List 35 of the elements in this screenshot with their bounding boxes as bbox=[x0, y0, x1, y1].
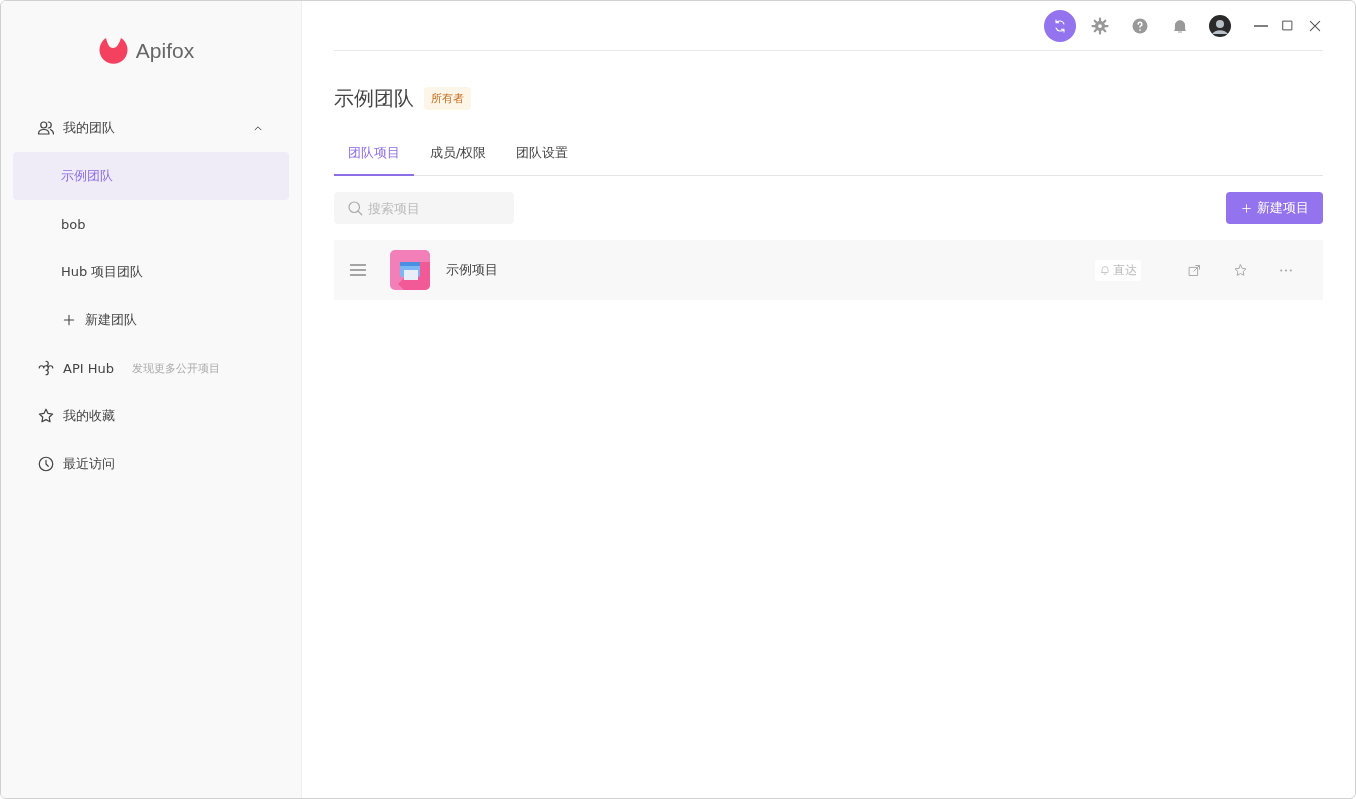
bell-icon bbox=[1099, 264, 1111, 276]
search-field[interactable]: 搜索项目 bbox=[334, 192, 514, 224]
star-icon bbox=[1232, 262, 1248, 278]
settings-icon bbox=[1091, 16, 1109, 35]
team-title: 示例团队 bbox=[334, 85, 414, 112]
project-name[interactable]: 示例项目 bbox=[446, 261, 1095, 279]
plus-icon bbox=[1240, 201, 1253, 215]
new-project-button[interactable]: 新建项目 bbox=[1226, 192, 1323, 224]
new-team-button[interactable]: 新建团队 bbox=[13, 296, 289, 344]
open-external-icon bbox=[1186, 262, 1202, 278]
maximize-icon bbox=[1280, 18, 1295, 33]
logo-text: Apifox bbox=[135, 39, 195, 63]
help-icon bbox=[1131, 16, 1149, 35]
hint-text: 发现更多公开项目 bbox=[131, 360, 220, 376]
tab[interactable]: 成员/权限 bbox=[416, 132, 501, 176]
more-icon[interactable] bbox=[1280, 268, 1292, 272]
avatar-icon[interactable] bbox=[1209, 14, 1231, 37]
star-icon bbox=[37, 407, 55, 425]
tab[interactable]: 团队项目 bbox=[334, 132, 414, 176]
minimize-icon[interactable] bbox=[1254, 24, 1268, 27]
sidebar-link[interactable]: 我的收藏 bbox=[13, 392, 289, 440]
sidebar-link[interactable]: 最近访问 bbox=[13, 440, 289, 488]
people-icon bbox=[37, 119, 55, 137]
team-group-header[interactable]: 我的团队 bbox=[13, 104, 289, 152]
clock-icon bbox=[37, 455, 55, 473]
sync-button[interactable] bbox=[1044, 9, 1076, 42]
team-item[interactable]: Hub 项目团队 bbox=[13, 248, 289, 296]
role-badge: 所有者 bbox=[424, 87, 471, 110]
project-icon bbox=[390, 250, 430, 290]
project-row[interactable]: 示例项目 直达 bbox=[334, 240, 1323, 300]
sync-icon bbox=[1052, 17, 1068, 34]
tab[interactable]: 团队设置 bbox=[502, 132, 583, 176]
plus-icon bbox=[61, 312, 77, 328]
team-item[interactable]: bob bbox=[13, 200, 289, 248]
sidebar-link[interactable]: API Hub 发现更多公开项目 bbox=[13, 344, 289, 392]
